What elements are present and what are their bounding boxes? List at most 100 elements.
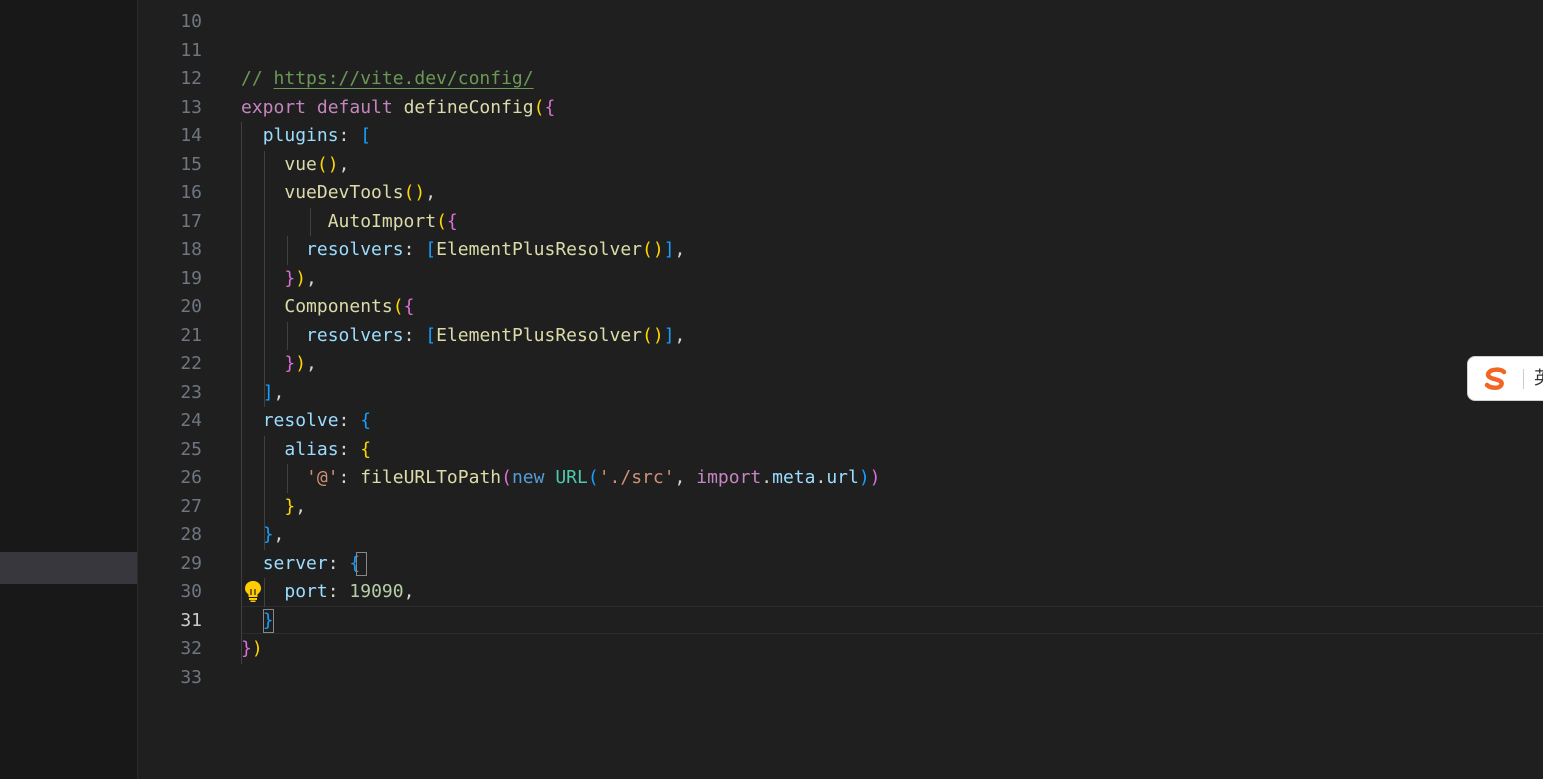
code-line[interactable]: resolvers: [ElementPlusResolver()], bbox=[241, 322, 685, 351]
code-token: ( bbox=[436, 210, 447, 232]
indent-guide bbox=[287, 236, 289, 265]
code-token: } bbox=[241, 638, 252, 659]
indent-guide bbox=[287, 321, 289, 350]
code-line[interactable]: '@': fileURLToPath(new URL('./src', impo… bbox=[241, 464, 880, 493]
code-line[interactable]: Components({ bbox=[241, 293, 414, 322]
code-editor[interactable]: 10 11 12 13 14 15 16 17 18 19 20 21 22 23 24 25 26 27 28 29… bbox=[138, 0, 1543, 779]
indent-guide bbox=[264, 435, 266, 550]
line-number: 26 bbox=[180, 467, 202, 488]
code-token: import bbox=[696, 467, 762, 488]
code-line[interactable]: ], bbox=[241, 379, 285, 408]
code-line[interactable]: }), bbox=[241, 350, 317, 379]
code-token: { bbox=[403, 296, 415, 317]
line-number: 10 bbox=[180, 11, 202, 32]
code-line[interactable]: vue(), bbox=[241, 151, 349, 180]
code-token: , bbox=[306, 267, 317, 289]
code-token: , bbox=[674, 239, 686, 260]
code-line[interactable]: // https://vite.dev/config/ bbox=[241, 65, 534, 94]
code-token: , bbox=[674, 324, 686, 346]
code-token: ElementPlusResolver bbox=[436, 324, 643, 346]
code-token: meta bbox=[772, 467, 816, 488]
code-token: ( bbox=[392, 296, 404, 317]
code-token: . bbox=[815, 467, 827, 488]
code-token: : bbox=[327, 552, 350, 574]
indent-guide bbox=[287, 464, 289, 493]
vscode-window: 10 11 12 13 14 15 16 17 18 19 20 21 22 23 24 25 26 27 28 29… bbox=[0, 0, 1543, 779]
code-token: ] bbox=[663, 324, 675, 346]
line-number: 20 bbox=[180, 296, 202, 317]
code-token: ] bbox=[663, 239, 675, 260]
ime-status-widget[interactable]: 英 bbox=[1467, 356, 1543, 401]
bracket-match-highlight bbox=[355, 551, 367, 576]
lightbulb-icon[interactable] bbox=[243, 580, 263, 602]
code-token: 19090 bbox=[349, 581, 404, 602]
code-token: , bbox=[273, 381, 285, 403]
code-line[interactable]: }) bbox=[241, 635, 263, 664]
code-line[interactable]: }), bbox=[241, 265, 317, 294]
code-token: ( bbox=[587, 467, 599, 488]
code-token: server bbox=[262, 552, 328, 574]
line-number: 30 bbox=[180, 581, 202, 602]
line-number: 21 bbox=[180, 324, 202, 346]
code-line[interactable]: }, bbox=[241, 493, 306, 522]
code-token: : bbox=[338, 125, 361, 146]
code-token: () bbox=[316, 153, 339, 175]
code-line[interactable]: port: 19090, bbox=[241, 578, 414, 607]
code-token: [ bbox=[360, 125, 372, 146]
code-token: { bbox=[544, 96, 556, 118]
code-token: fileURLToPath bbox=[360, 467, 502, 488]
sidebar-selected-item[interactable] bbox=[0, 552, 137, 584]
code-token: AutoImport bbox=[327, 210, 437, 232]
code-line[interactable]: resolve: { bbox=[241, 407, 371, 436]
code-token: ) bbox=[251, 638, 263, 659]
code-token: vue bbox=[284, 153, 317, 175]
line-number: 22 bbox=[180, 353, 202, 374]
code-token: : bbox=[403, 239, 426, 260]
bracket-match-highlight bbox=[263, 608, 275, 633]
code-token: } bbox=[284, 353, 296, 374]
code-token: defineConfig bbox=[403, 96, 534, 118]
code-line[interactable]: resolvers: [ElementPlusResolver()], bbox=[241, 236, 685, 265]
code-token: , bbox=[674, 467, 697, 488]
ime-mode-label[interactable]: 英 bbox=[1534, 366, 1543, 392]
line-number: 33 bbox=[180, 666, 202, 688]
code-line[interactable]: vueDevTools(), bbox=[241, 179, 436, 208]
code-token: , bbox=[403, 581, 415, 602]
code-line[interactable]: }, bbox=[241, 521, 285, 550]
code-token: url bbox=[826, 467, 859, 488]
ime-divider bbox=[1523, 369, 1524, 389]
code-token: Components bbox=[284, 296, 393, 317]
line-number: 31 bbox=[180, 609, 202, 631]
code-line[interactable]: AutoImport({ bbox=[241, 208, 458, 237]
line-number: 29 bbox=[180, 552, 202, 574]
line-number: 23 bbox=[180, 381, 202, 403]
code-line[interactable]: server: { bbox=[241, 550, 361, 579]
code-token: resolvers bbox=[306, 239, 404, 260]
line-number: 25 bbox=[180, 438, 202, 460]
code-line[interactable]: plugins: [ bbox=[241, 122, 371, 151]
code-token: : bbox=[327, 581, 350, 602]
indent-guide bbox=[264, 150, 266, 407]
code-token: https://vite.dev/config/ bbox=[273, 68, 534, 89]
line-number: 11 bbox=[180, 39, 202, 61]
code-token: '@' bbox=[306, 467, 339, 488]
line-number: 32 bbox=[180, 638, 202, 659]
code-area[interactable]: // https://vite.dev/config/export defaul… bbox=[241, 0, 1543, 779]
code-token: : bbox=[403, 324, 426, 346]
line-number: 17 bbox=[180, 210, 202, 232]
code-line[interactable]: alias: { bbox=[241, 436, 371, 465]
code-token: vueDevTools bbox=[284, 182, 404, 203]
code-line[interactable]: export default defineConfig({ bbox=[241, 94, 555, 123]
